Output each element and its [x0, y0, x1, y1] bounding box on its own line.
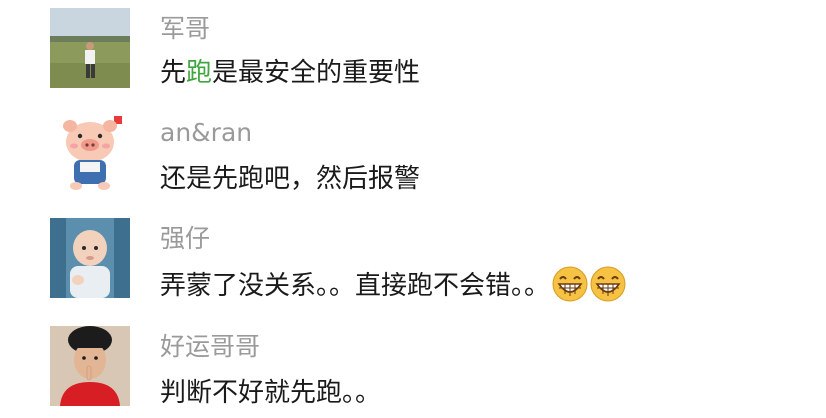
- username[interactable]: 军哥: [160, 14, 210, 44]
- comment-text-prefix: 先: [160, 58, 187, 88]
- man-in-field-photo-icon: [50, 8, 130, 88]
- username[interactable]: 好运哥哥: [160, 332, 260, 362]
- comment-item: 强仔 弄蒙了没关系。。直接跑不会错。。: [0, 208, 826, 312]
- grin-emoji-icon: [590, 266, 626, 302]
- avatar[interactable]: [50, 218, 130, 298]
- comment-text-body: 弄蒙了没关系。。直接跑不会错。。: [160, 271, 551, 301]
- avatar[interactable]: [50, 8, 130, 88]
- comment-item: an&ran 还是先跑吧，然后报警: [0, 104, 826, 208]
- avatar[interactable]: [50, 112, 130, 192]
- grin-emoji-icon: [552, 266, 588, 302]
- comment-text: 弄蒙了没关系。。直接跑不会错。。: [160, 266, 626, 303]
- highlighted-keyword: 跑: [186, 58, 213, 88]
- comment-list: 军哥 先跑是最安全的重要性 an&ran 还是先跑吧，然后报警 强仔 弄蒙了没关…: [0, 0, 826, 418]
- avatar[interactable]: [50, 326, 130, 406]
- username[interactable]: 强仔: [160, 224, 210, 254]
- comment-text: 还是先跑吧，然后报警: [160, 164, 421, 194]
- baby-photo-icon: [50, 218, 130, 298]
- comment-item: 好运哥哥 判断不好就先跑。。: [0, 314, 826, 418]
- username[interactable]: an&ran: [160, 118, 252, 148]
- comment-text-suffix: 是最安全的重要性: [212, 58, 421, 88]
- comment-item: 军哥 先跑是最安全的重要性: [0, 0, 826, 104]
- young-man-photo-icon: [50, 326, 130, 406]
- comment-text: 判断不好就先跑。。: [160, 378, 382, 408]
- comment-text: 先跑是最安全的重要性: [160, 56, 420, 90]
- cartoon-pig-photo-icon: [50, 112, 130, 192]
